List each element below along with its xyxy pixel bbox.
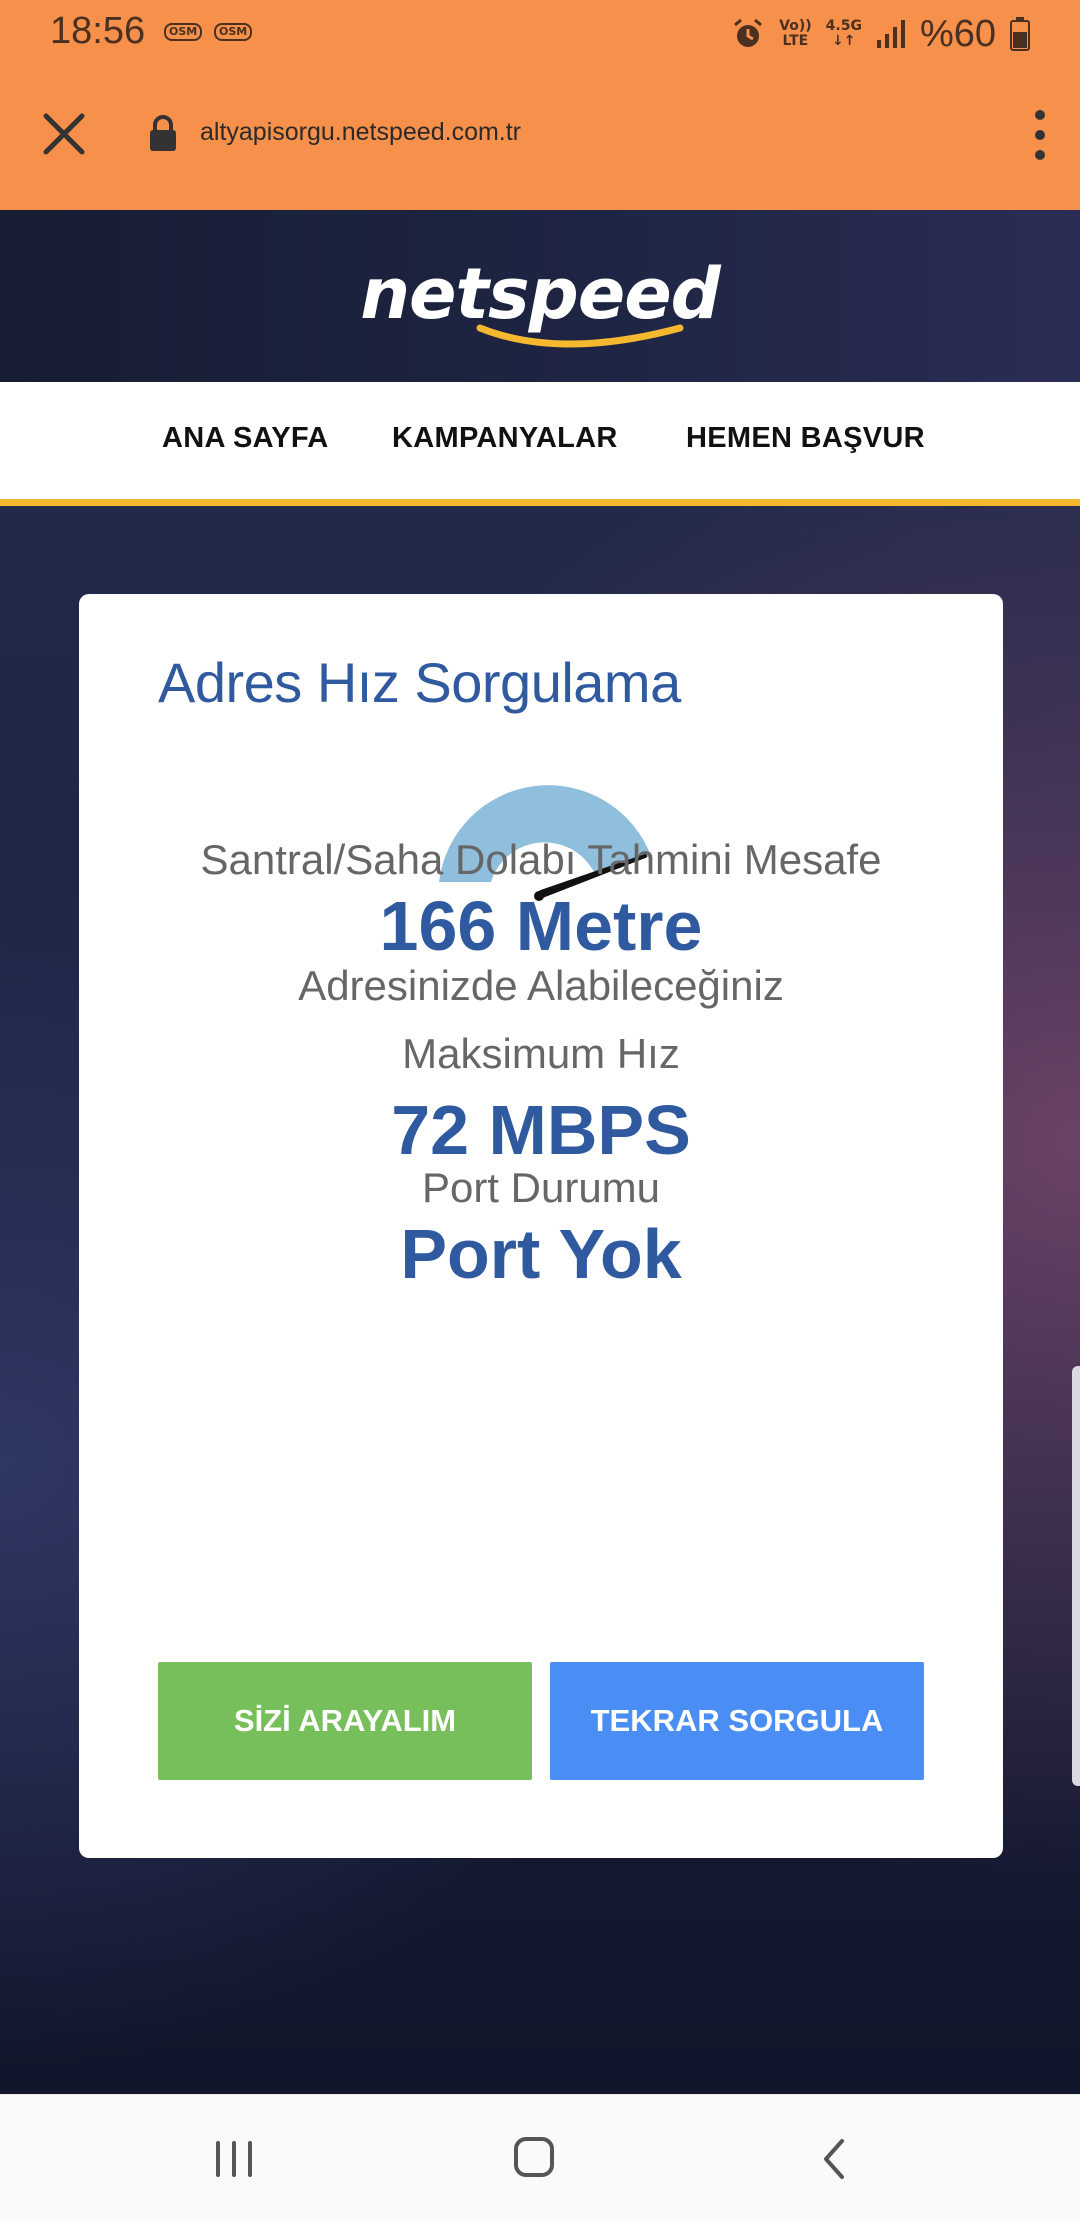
site-header: netspeed xyxy=(0,210,1080,382)
call-me-button[interactable]: SİZİ ARAYALIM xyxy=(158,1662,532,1780)
page-title: Adres Hız Sorgulama xyxy=(158,651,681,714)
recent-apps-icon[interactable] xyxy=(204,2133,264,2185)
port-value: Port Yok xyxy=(400,1215,682,1293)
url-text[interactable]: altyapisorgu.netspeed.com.tr xyxy=(200,118,521,147)
lock-icon xyxy=(150,115,176,151)
status-icons: Vo)) LTE 4.5G ↓↑ %60 xyxy=(731,12,1030,56)
signal-icon xyxy=(876,20,905,48)
carrier-badge-1: OSM xyxy=(164,23,203,41)
carrier-badge-2: OSM xyxy=(214,23,253,41)
scrollbar[interactable] xyxy=(1072,1366,1080,1786)
nav-item-apply-now[interactable]: HEMEN BAŞVUR xyxy=(686,422,925,455)
system-nav-bar xyxy=(0,2094,1080,2221)
status-time: 18:56 xyxy=(50,10,146,52)
battery-percent: %60 xyxy=(919,12,996,55)
svg-text:netspeed: netspeed xyxy=(360,253,721,335)
volte-indicator: Vo)) LTE xyxy=(779,18,812,49)
query-again-button[interactable]: TEKRAR SORGULA xyxy=(550,1662,924,1780)
netspeed-logo[interactable]: netspeed xyxy=(0,210,1080,382)
main-nav: ANA SAYFA KAMPANYALAR HEMEN BAŞVUR xyxy=(0,382,1080,506)
status-bar: 18:56 OSM OSM Vo)) LTE 4.5G ↓↑ %60 xyxy=(0,0,1080,66)
result-card: Adres Hız Sorgulama Santral/Saha Dolabı … xyxy=(79,594,1003,1858)
network-type-indicator: 4.5G ↓↑ xyxy=(825,18,862,49)
home-icon[interactable] xyxy=(504,2133,564,2185)
port-label: Port Durumu xyxy=(421,1164,661,1211)
browser-url-bar: altyapisorgu.netspeed.com.tr xyxy=(0,66,1080,210)
back-icon[interactable] xyxy=(806,2133,866,2185)
distance-value: 166 Metre xyxy=(379,887,703,965)
speed-label-line2: Maksimum Hız xyxy=(402,1030,680,1077)
speed-label-line1: Adresinizde Alabileceğiniz xyxy=(298,962,784,1009)
close-icon[interactable] xyxy=(36,106,92,162)
speed-value: 72 MBPS xyxy=(391,1091,691,1169)
alarm-icon xyxy=(734,18,763,47)
nav-item-home[interactable]: ANA SAYFA xyxy=(162,422,329,455)
battery-icon xyxy=(1010,17,1030,51)
distance-label: Santral/Saha Dolabı Tahmini Mesafe xyxy=(200,836,882,883)
more-vert-icon[interactable] xyxy=(1022,104,1058,166)
nav-item-campaigns[interactable]: KAMPANYALAR xyxy=(392,422,618,455)
